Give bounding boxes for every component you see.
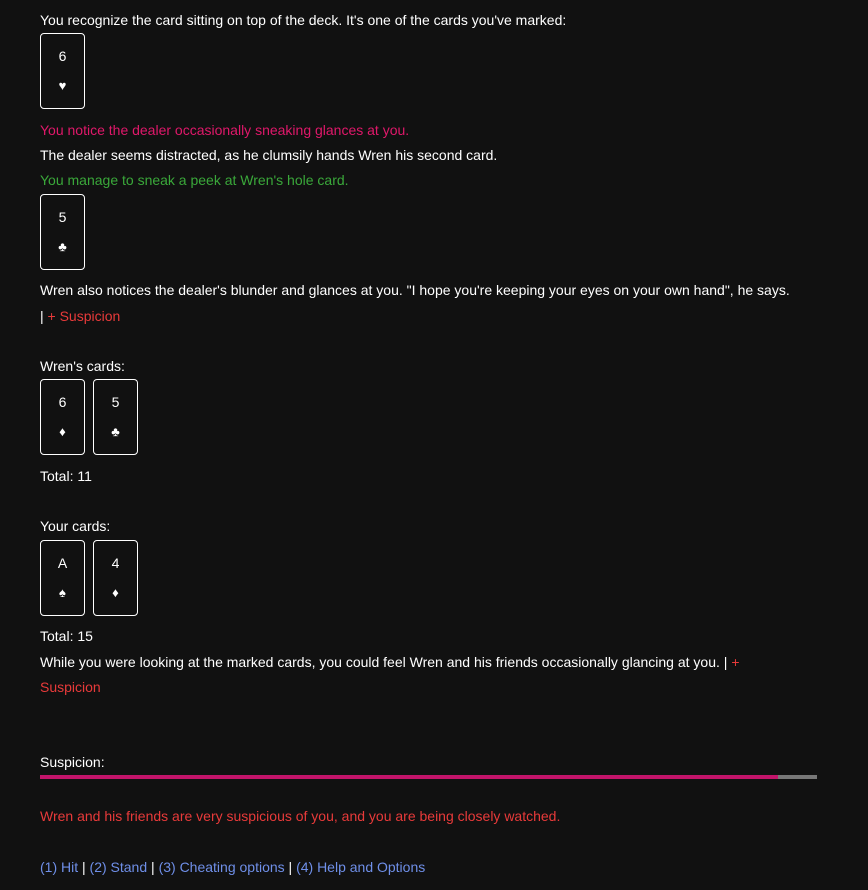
card-rank: 5 — [58, 209, 67, 225]
marked-card-intro: You recognize the card sitting on top of… — [40, 12, 567, 28]
marked-watch-line: While you were looking at the marked car… — [40, 652, 740, 672]
dealer-distracted-message: The dealer seems distracted, as he clums… — [40, 147, 498, 163]
action-separator: | — [82, 859, 86, 875]
peek-message: You manage to sneak a peek at Wren's hol… — [40, 172, 349, 188]
player-card: A ♠ — [40, 540, 85, 616]
help-options-button[interactable]: (4) Help and Options — [296, 859, 425, 875]
separator: | — [40, 308, 44, 324]
card-suit-icon: ♠ — [59, 585, 66, 600]
marked-watch-message: While you were looking at the marked car… — [40, 654, 720, 670]
card-suit-icon: ♥ — [58, 78, 67, 93]
your-cards-label: Your cards: — [40, 518, 111, 534]
wren-card: 6 ♦ — [40, 379, 85, 455]
wren-cards-label: Wren's cards: — [40, 358, 125, 374]
marked-card: 6 ♥ — [40, 33, 85, 109]
action-separator: | — [151, 859, 155, 875]
stand-button[interactable]: (2) Stand — [90, 859, 148, 875]
suspicion-meter-fill — [40, 775, 779, 779]
suspicion-increase-line: | + Suspicion — [40, 306, 120, 326]
card-suit-icon: ♣ — [111, 424, 120, 439]
card-rank: A — [57, 555, 68, 571]
card-suit-icon: ♦ — [112, 585, 119, 600]
card-suit-icon: ♣ — [58, 239, 67, 254]
player-total: Total: 15 — [40, 628, 93, 644]
card-suit-icon: ♦ — [59, 424, 66, 439]
card-rank: 5 — [111, 394, 120, 410]
card-rank: 4 — [111, 555, 120, 571]
wren-card: 5 ♣ — [93, 379, 138, 455]
card-rank: 6 — [58, 48, 67, 64]
suspicion-increase: + Suspicion — [47, 308, 121, 324]
wren-notices-message: Wren also notices the dealer's blunder a… — [40, 282, 790, 298]
suspicion-label: Suspicion: — [40, 754, 105, 770]
action-separator: | — [288, 859, 293, 875]
suspicion-status-message: Wren and his friends are very suspicious… — [40, 808, 561, 824]
player-card: 4 ♦ — [93, 540, 138, 616]
dealer-glances-message: You notice the dealer occasionally sneak… — [40, 122, 410, 138]
separator: | — [723, 654, 728, 670]
hit-button[interactable]: (1) Hit — [40, 859, 78, 875]
suspicion-increase-plus: + — [731, 654, 740, 670]
hole-card: 5 ♣ — [40, 194, 85, 270]
action-bar: (1) Hit | (2) Stand | (3) Cheating optio… — [40, 857, 425, 877]
card-rank: 6 — [58, 394, 67, 410]
suspicion-increase-word: Suspicion — [40, 679, 101, 695]
suspicion-meter — [40, 775, 817, 779]
cheating-options-button[interactable]: (3) Cheating options — [159, 859, 285, 875]
wren-total: Total: 11 — [40, 468, 92, 484]
